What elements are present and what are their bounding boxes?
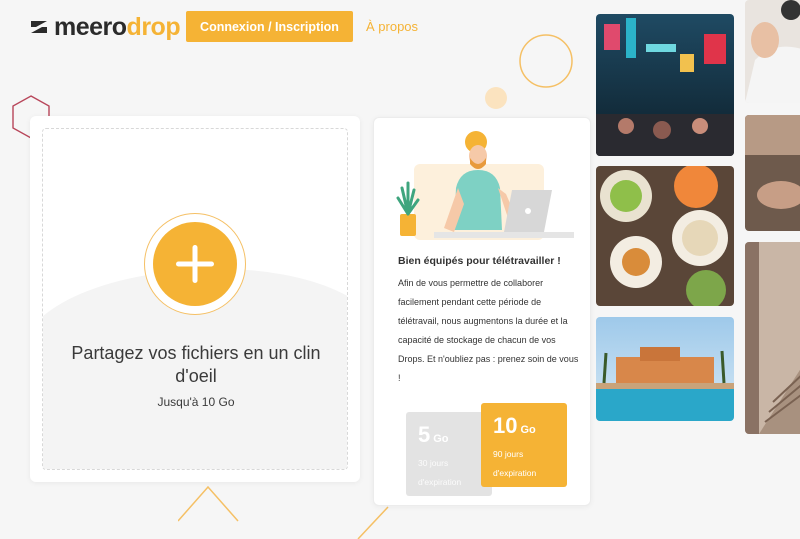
plan-10go: 10 Go 90 jours d'expiration — [481, 403, 567, 487]
info-title: Bien équipés pour télétravailler ! — [398, 255, 561, 267]
plan-unit: Go — [433, 433, 449, 445]
photo-traveler — [745, 0, 800, 103]
photo-beach-hands — [745, 115, 800, 231]
meero-logo-icon — [31, 21, 47, 33]
remote-work-info-card: Bien équipés pour télétravailler ! Afin … — [373, 117, 591, 506]
decorative-circle — [519, 34, 573, 88]
plan-unit: Go — [520, 424, 536, 436]
plan-duration: 90 jours — [493, 449, 524, 459]
meero-drop-logo[interactable]: meerodrop — [30, 12, 181, 41]
plan-duration-suffix: d'expiration — [493, 468, 537, 478]
upload-dropzone[interactable]: Partagez vos fichiers en un clin d'oeil … — [42, 128, 348, 470]
photo-architecture-stairs — [745, 242, 800, 434]
plan-duration-suffix: d'expiration — [418, 477, 462, 487]
info-body: Afin de vous permettre de collaborer fac… — [398, 278, 579, 383]
plan-size: 10 — [493, 413, 518, 438]
decorative-dot — [485, 87, 507, 109]
remote-worker-illustration — [396, 131, 574, 240]
plan-duration: 30 jours — [418, 458, 449, 468]
logo-text-meero: meero — [54, 12, 127, 41]
add-files-button[interactable] — [144, 213, 246, 315]
decorative-diamond — [178, 485, 389, 539]
photo-night-street — [596, 14, 734, 156]
photo-pool-villa — [596, 317, 734, 421]
about-link[interactable]: À propos — [366, 19, 418, 34]
photo-food-bowls — [596, 166, 734, 306]
plan-5go: 5 Go 30 jours d'expiration — [406, 412, 492, 496]
plan-size: 5 — [418, 422, 431, 447]
logo-text-drop: drop — [126, 12, 181, 41]
upload-title: Partagez vos fichiers en un clin d'oeil — [71, 343, 321, 386]
upload-card: Partagez vos fichiers en un clin d'oeil … — [30, 116, 360, 482]
login-signup-button[interactable]: Connexion / Inscription — [186, 11, 353, 42]
plus-icon — [176, 245, 214, 283]
upload-size-limit: Jusqu'à 10 Go — [157, 395, 235, 409]
